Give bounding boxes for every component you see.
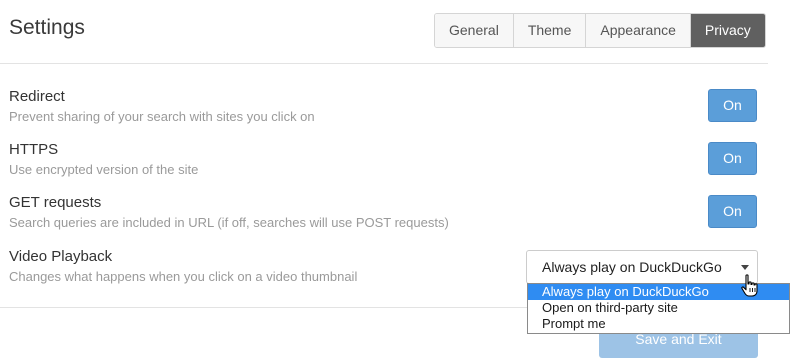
page-title: Settings bbox=[9, 16, 85, 39]
setting-row-https: HTTPS Use encrypted version of the site bbox=[9, 141, 198, 179]
chevron-down-icon bbox=[741, 265, 749, 270]
video-playback-select[interactable]: Always play on DuckDuckGo bbox=[526, 250, 758, 284]
setting-row-get-requests: GET requests Search queries are included… bbox=[9, 194, 449, 232]
setting-description: Search queries are included in URL (if o… bbox=[9, 215, 449, 230]
setting-row-redirect: Redirect Prevent sharing of your search … bbox=[9, 88, 315, 126]
header-divider bbox=[0, 63, 768, 64]
settings-tabs: General Theme Appearance Privacy bbox=[434, 13, 766, 48]
dropdown-option[interactable]: Open on third-party site bbox=[528, 300, 789, 316]
setting-description: Use encrypted version of the site bbox=[9, 162, 199, 177]
redirect-toggle[interactable]: On bbox=[708, 89, 757, 122]
setting-label: HTTPS bbox=[9, 141, 59, 158]
setting-label: Redirect bbox=[9, 88, 65, 105]
tab-privacy[interactable]: Privacy bbox=[690, 14, 765, 47]
https-toggle[interactable]: On bbox=[708, 142, 757, 175]
setting-description: Changes what happens when you click on a… bbox=[9, 269, 358, 284]
setting-row-video-playback: Video Playback Changes what happens when… bbox=[9, 248, 357, 286]
hand-pointer-icon bbox=[741, 274, 758, 297]
get-requests-toggle[interactable]: On bbox=[708, 195, 757, 228]
dropdown-option[interactable]: Prompt me bbox=[528, 316, 789, 332]
setting-description: Prevent sharing of your search with site… bbox=[9, 109, 315, 124]
select-value: Always play on DuckDuckGo bbox=[542, 259, 722, 275]
tab-appearance[interactable]: Appearance bbox=[586, 14, 691, 47]
setting-label: Video Playback bbox=[9, 248, 113, 265]
tab-general[interactable]: General bbox=[435, 14, 514, 47]
setting-label: GET requests bbox=[9, 194, 102, 211]
tab-theme[interactable]: Theme bbox=[513, 14, 587, 47]
